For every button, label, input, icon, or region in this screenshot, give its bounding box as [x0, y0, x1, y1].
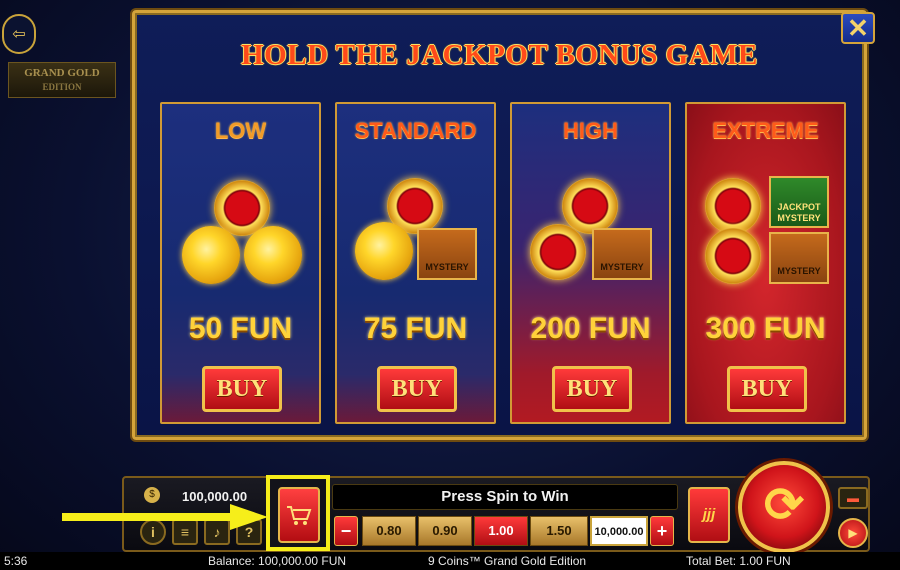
bet-increase-button[interactable]: +	[650, 516, 674, 546]
buy-high-button[interactable]: BUY	[552, 366, 632, 412]
status-balance: Balance: 100,000.00 FUN	[208, 554, 347, 568]
card-price: 200 FUN	[530, 312, 651, 345]
red-gem-icon	[562, 178, 618, 234]
mystery-symbol-icon: MYSTERY	[769, 232, 829, 284]
turbo-button[interactable]: jjj	[688, 487, 730, 543]
buy-standard-button[interactable]: BUY	[377, 366, 457, 412]
game-screen: ⇦ GRAND GOLD EDITION HOLD THE JACKPOT BO…	[0, 0, 900, 570]
buy-low-button[interactable]: BUY	[202, 366, 282, 412]
bet-decrease-button[interactable]: −	[334, 516, 358, 546]
spin-button[interactable]: ⟳	[738, 461, 830, 553]
bet-option-max[interactable]: 10,000.00	[590, 516, 648, 546]
bet-option-selected[interactable]: 1.00	[474, 516, 528, 546]
message-bar: Press Spin to Win	[332, 484, 678, 510]
status-total-bet: Total Bet: 1.00 FUN	[686, 554, 791, 568]
autoplay-icon[interactable]: ▶	[838, 518, 868, 548]
bonus-card-extreme: EXTREME JACKPOT MYSTERY MYSTERY 300 FUN …	[685, 102, 846, 424]
clock: 5:36	[4, 554, 28, 568]
buy-extreme-button[interactable]: BUY	[727, 366, 807, 412]
exit-icon[interactable]: ⇦	[2, 14, 36, 54]
card-title: STANDARD	[354, 118, 477, 143]
card-price: 50 FUN	[188, 312, 293, 345]
red-gem-icon	[705, 228, 761, 284]
game-logo: GRAND GOLD EDITION	[8, 62, 116, 98]
card-title: EXTREME	[712, 118, 819, 143]
bet-option[interactable]: 0.80	[362, 516, 416, 546]
logo-line-2: EDITION	[42, 82, 82, 92]
bonus-card-high: HIGH MYSTERY 200 FUN BUY	[510, 102, 671, 424]
close-icon[interactable]: ✕	[841, 12, 875, 44]
paytable-icon[interactable]: ▬	[838, 487, 868, 509]
gold-coin-icon	[244, 226, 302, 284]
jackpot-mystery-symbol-icon: JACKPOT MYSTERY	[769, 176, 829, 228]
game-name: 9 Coins™ Grand Gold Edition	[428, 554, 587, 568]
logo-line-1: GRAND GOLD	[24, 67, 100, 79]
red-gem-icon	[530, 224, 586, 280]
card-title: HIGH	[563, 118, 618, 143]
money-bag-icon: $	[144, 487, 160, 503]
card-title: LOW	[214, 118, 267, 143]
buy-feature-highlight	[266, 475, 330, 551]
bet-option[interactable]: 0.90	[418, 516, 472, 546]
card-price: 75 FUN	[363, 312, 468, 345]
cart-icon[interactable]	[278, 487, 320, 543]
bonus-card-low: LOW 50 FUN BUY	[160, 102, 321, 424]
mystery-symbol-icon: MYSTERY	[417, 228, 477, 280]
bet-option[interactable]: 1.50	[530, 516, 588, 546]
status-bar: 5:36 Balance: 100,000.00 FUN 9 Coins™ Gr…	[0, 552, 900, 570]
modal-title: HOLD THE JACKPOT BONUS GAME	[241, 39, 758, 71]
gold-coin-icon	[182, 226, 240, 284]
card-price: 300 FUN	[705, 312, 826, 345]
bonus-buy-modal: HOLD THE JACKPOT BONUS GAME LOW 50 FUN B…	[132, 10, 867, 440]
red-gem-icon	[705, 178, 761, 234]
bonus-card-standard: STANDARD MYSTERY 75 FUN BUY	[335, 102, 496, 424]
pointer-arrow-icon	[62, 504, 268, 530]
mystery-symbol-icon: MYSTERY	[592, 228, 652, 280]
gold-coin-icon	[355, 222, 413, 280]
